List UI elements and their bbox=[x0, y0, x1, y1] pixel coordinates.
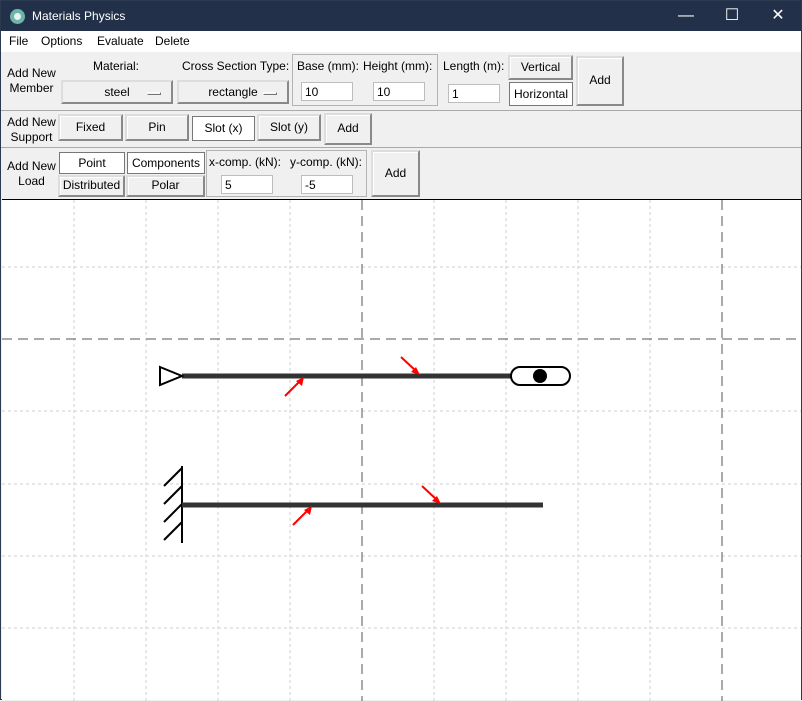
material-dropdown-icon bbox=[147, 92, 161, 95]
title-bar: Materials Physics — ☐ ✕ bbox=[1, 1, 801, 31]
maximize-icon[interactable]: ☐ bbox=[709, 1, 755, 31]
polar-button[interactable]: Polar bbox=[126, 175, 205, 197]
vertical-button[interactable]: Vertical bbox=[508, 55, 573, 80]
cross-section-value: rectangle bbox=[208, 85, 258, 99]
add-member-panel: Add New Member Material: steel Cross Sec… bbox=[1, 52, 801, 110]
menu-file[interactable]: File bbox=[9, 34, 28, 48]
pin-support[interactable] bbox=[159, 365, 185, 387]
material-value: steel bbox=[104, 85, 130, 99]
horizontal-button[interactable]: Horizontal bbox=[509, 82, 573, 106]
base-label: Base (mm): bbox=[297, 59, 360, 73]
drawing-canvas[interactable] bbox=[2, 199, 801, 701]
distributed-load-button[interactable]: Distributed bbox=[58, 175, 125, 197]
cross-section-label: Cross Section Type: bbox=[182, 59, 290, 73]
menu-bar: File Options Evaluate Delete bbox=[1, 31, 801, 52]
menu-options[interactable]: Options bbox=[41, 34, 82, 48]
cross-section-dropdown-icon bbox=[263, 92, 277, 95]
cross-section-select[interactable]: rectangle bbox=[177, 80, 289, 104]
add-load-button[interactable]: Add bbox=[371, 150, 420, 197]
y-component-input[interactable] bbox=[301, 175, 353, 194]
point-load-button[interactable]: Point bbox=[59, 152, 125, 174]
materials-physics-gear-icon bbox=[10, 9, 25, 24]
height-input[interactable] bbox=[373, 82, 425, 101]
minimize-icon[interactable]: — bbox=[663, 1, 709, 31]
fixed-support-button[interactable]: Fixed bbox=[58, 114, 123, 141]
member-2-load-1[interactable] bbox=[292, 506, 312, 526]
add-member-button[interactable]: Add bbox=[576, 56, 624, 106]
x-component-label: x-comp. (kN): bbox=[209, 155, 281, 169]
add-support-label: Add New Support bbox=[7, 115, 56, 144]
add-load-panel: Add New Load Point Distributed Component… bbox=[1, 148, 801, 199]
material-select[interactable]: steel bbox=[61, 80, 173, 104]
window-title: Materials Physics bbox=[32, 9, 126, 23]
material-label: Material: bbox=[93, 59, 140, 73]
member-1-load-1[interactable] bbox=[284, 377, 304, 397]
menu-evaluate[interactable]: Evaluate bbox=[97, 34, 144, 48]
base-input[interactable] bbox=[301, 82, 353, 101]
add-load-label: Add New Load bbox=[7, 159, 56, 188]
member-2-load-2[interactable] bbox=[421, 485, 441, 504]
length-input[interactable] bbox=[448, 84, 500, 103]
structure-drawing[interactable] bbox=[2, 200, 801, 701]
pin-support-button[interactable]: Pin bbox=[125, 114, 189, 141]
length-label: Length (m): bbox=[443, 59, 505, 73]
major-grid-lines bbox=[2, 200, 801, 701]
slot-y-support-button[interactable]: Slot (y) bbox=[257, 114, 321, 141]
slot-x-support-button[interactable]: Slot (x) bbox=[192, 116, 255, 141]
add-support-button[interactable]: Add bbox=[324, 113, 372, 145]
add-member-label: Add New Member bbox=[7, 66, 56, 95]
height-label: Height (mm): bbox=[363, 59, 433, 73]
fixed-support[interactable] bbox=[163, 466, 183, 543]
member-1-load-2[interactable] bbox=[400, 356, 420, 375]
canvas-grid bbox=[2, 200, 801, 701]
x-component-input[interactable] bbox=[221, 175, 273, 194]
close-icon[interactable]: ✕ bbox=[755, 1, 801, 31]
menu-delete[interactable]: Delete bbox=[155, 34, 190, 48]
slot-x-support[interactable] bbox=[510, 366, 571, 386]
materials-physics-window: Materials Physics — ☐ ✕ File Options Eva… bbox=[0, 0, 802, 701]
add-support-panel: Add New Support Fixed Pin Slot (x) Slot … bbox=[1, 111, 801, 147]
components-button[interactable]: Components bbox=[127, 152, 205, 174]
y-component-label: y-comp. (kN): bbox=[290, 155, 362, 169]
